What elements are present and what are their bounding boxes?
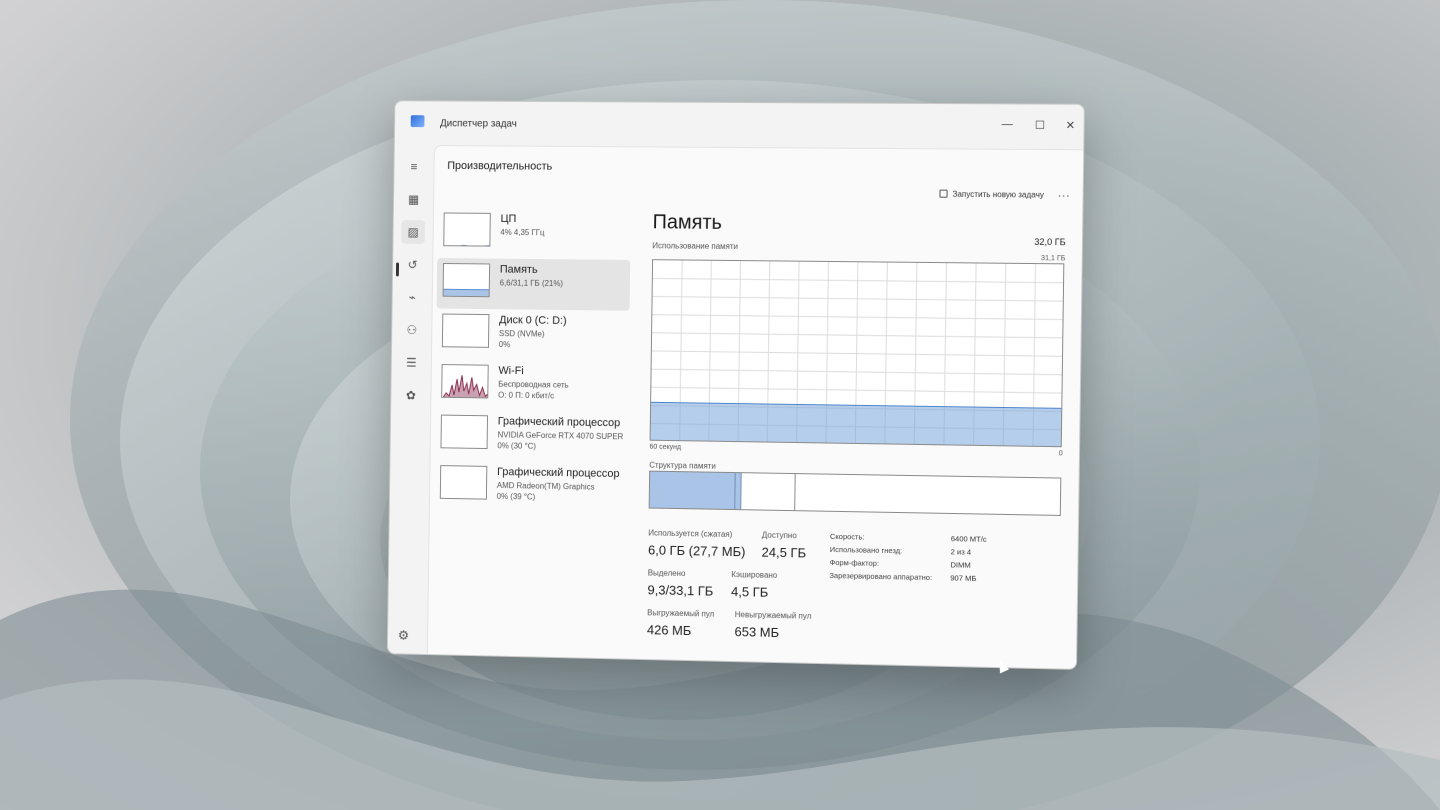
stat-label: Выделено [647,568,686,579]
maximize-button[interactable]: ☐ [1024,119,1055,132]
card-title: Память [499,263,538,276]
spec-reserved-label: Зарезервировано аппаратно: [829,570,933,583]
memory-detail-panel: Память Использование памяти 32,0 ГБ 31,1… [647,211,1071,668]
grid-line-horizontal [652,333,1064,338]
menu-icon[interactable]: ≡ [402,155,426,179]
card-subtitle: Беспроводная сеть [498,379,569,390]
spec-speed-label: Скорость: [829,531,865,542]
processes-icon[interactable]: ▦ [402,187,426,211]
memory-stats: Используется (сжатая) 6,0 ГБ (27,7 МБ) Д… [647,528,1070,640]
settings-icon[interactable]: ⚙ [398,628,410,644]
spec-reserved-value: 907 МБ [950,573,977,583]
app-history-icon[interactable]: ↺ [401,253,425,277]
structure-standby [741,473,796,511]
card-title: Диск 0 (C: D:) [499,314,567,327]
window-title: Диспетчер задач [439,118,517,130]
card-title: Графический процессор [497,415,621,430]
memory-structure-label: Структура памяти [649,460,716,471]
stat-value: 6,0 ГБ (27,7 МБ) [647,542,746,560]
close-button[interactable]: ✕ [1055,119,1085,132]
performance-icon[interactable]: ▨ [401,220,426,245]
card-detail: 0% (39 °C) [496,491,536,502]
more-options-button[interactable]: ... [1058,188,1071,200]
grid-line-horizontal [651,387,1063,393]
grid-line-horizontal [653,296,1065,301]
memory-usage-fill [650,401,1062,447]
memory-usage-graph [649,259,1065,448]
stat-label: Используется (сжатая) [648,528,733,540]
stat-paged-pool: Выгружаемый пул 426 МБ [647,608,714,638]
gpu-1-thumbnail [439,465,488,500]
memory-thumbnail [442,263,491,298]
grid-line-horizontal [653,278,1065,282]
cpu-thumbnail [443,212,491,247]
memory-graph-max: 31,1 ГБ [1040,255,1066,263]
resource-card-gpu-0[interactable]: Графический процессор NVIDIA GeForce RTX… [434,410,628,464]
card-subtitle: 6,6/31,1 ГБ (21%) [499,278,564,289]
wifi-thumbnail [441,364,489,399]
resource-list: ЦП 4% 4,35 ГГц Память 6,6/31,1 ГБ (21%) … [434,207,631,514]
selected-indicator [395,262,400,277]
card-subtitle: AMD Radeon(TM) Graphics [496,480,595,492]
memory-thumbnail-fill [443,288,489,297]
services-icon[interactable]: ✿ [399,383,423,407]
card-title: Графический процессор [496,466,620,481]
stat-nonpaged-pool: Невыгружаемый пул 653 МБ [734,610,811,641]
spec-slots-value: 2 из 4 [950,547,972,557]
memory-total: 32,0 ГБ [1034,236,1066,248]
title-bar[interactable]: Диспетчер задач — ☐ ✕ [395,101,1084,149]
memory-structure-bar [648,470,1062,516]
run-new-task-button[interactable]: Запустить новую задачу [939,189,1044,200]
card-subtitle: NVIDIA GeForce RTX 4070 SUPER [497,430,624,442]
spec-speed-value: 6400 MT/c [950,534,987,544]
stat-available: Доступно 24,5 ГБ [761,531,806,561]
main-content: Производительность Запустить новую задач… [426,145,1084,669]
graph-axis-end: 0 [1058,450,1063,458]
spec-form-factor-label: Форм-фактор: [829,557,880,568]
stat-value: 4,5 ГБ [730,584,769,600]
card-detail: 0% [498,340,511,350]
resource-card-gpu-1[interactable]: Графический процессор AMD Radeon(TM) Gra… [434,460,628,514]
memory-usage-label: Использование памяти [652,241,739,252]
stat-value: 426 МБ [646,622,692,639]
stat-committed: Выделено 9,3/33,1 ГБ [647,568,713,598]
spec-form-factor-value: DIMM [950,560,971,570]
new-task-icon [939,189,948,198]
card-title: Wi-Fi [498,364,524,378]
resource-card-disk[interactable]: Диск 0 (C: D:) SSD (NVMe) 0% [436,309,630,362]
stat-label: Невыгружаемый пул [734,610,812,621]
stat-in-use: Используется (сжатая) 6,0 ГБ (27,7 МБ) [648,528,746,559]
users-icon[interactable]: ⚇ [400,318,424,342]
card-subtitle: 4% 4,35 ГГц [500,227,545,238]
graph-axis-start: 60 секунд [649,443,682,452]
grid-line-horizontal [652,351,1064,356]
card-detail: 0% (30 °C) [497,441,537,451]
details-icon[interactable]: ☰ [399,351,423,375]
task-manager-app-icon [410,115,425,128]
gpu-0-thumbnail [440,414,489,450]
stat-value: 653 МБ [734,624,780,641]
detail-title: Память [652,211,723,234]
run-new-task-label: Запустить новую задачу [952,189,1044,200]
startup-icon[interactable]: ⌁ [400,285,424,309]
stat-value: 9,3/33,1 ГБ [647,582,714,599]
card-title: ЦП [500,212,517,226]
grid-line-horizontal [652,315,1064,320]
spec-slots-label: Использовано гнезд: [829,544,903,556]
stat-value: 24,5 ГБ [761,544,807,561]
resource-card-wifi[interactable]: Wi-Fi Беспроводная сеть О: 0 П: 0 кбит/с [435,359,629,412]
card-subtitle: SSD (NVMe) [498,329,545,339]
minimize-button[interactable]: — [992,118,1023,130]
card-detail: О: 0 П: 0 кбит/с [498,390,555,401]
resource-card-memory[interactable]: Память 6,6/31,1 ГБ (21%) [436,257,631,311]
structure-in-use [649,471,736,510]
stat-label: Выгружаемый пул [647,608,715,619]
stat-label: Кэшировано [731,570,778,580]
task-manager-window: Диспетчер задач — ☐ ✕ ≡ ▦ ▨ ↺ ⌁ ⚇ ☰ ✿ ⚙ … [386,100,1085,670]
grid-line-horizontal [652,369,1064,375]
stat-cached: Кэшировано 4,5 ГБ [731,570,777,600]
stat-label: Доступно [761,530,797,541]
resource-card-cpu[interactable]: ЦП 4% 4,35 ГГц [437,207,631,259]
disk-thumbnail [441,313,490,348]
